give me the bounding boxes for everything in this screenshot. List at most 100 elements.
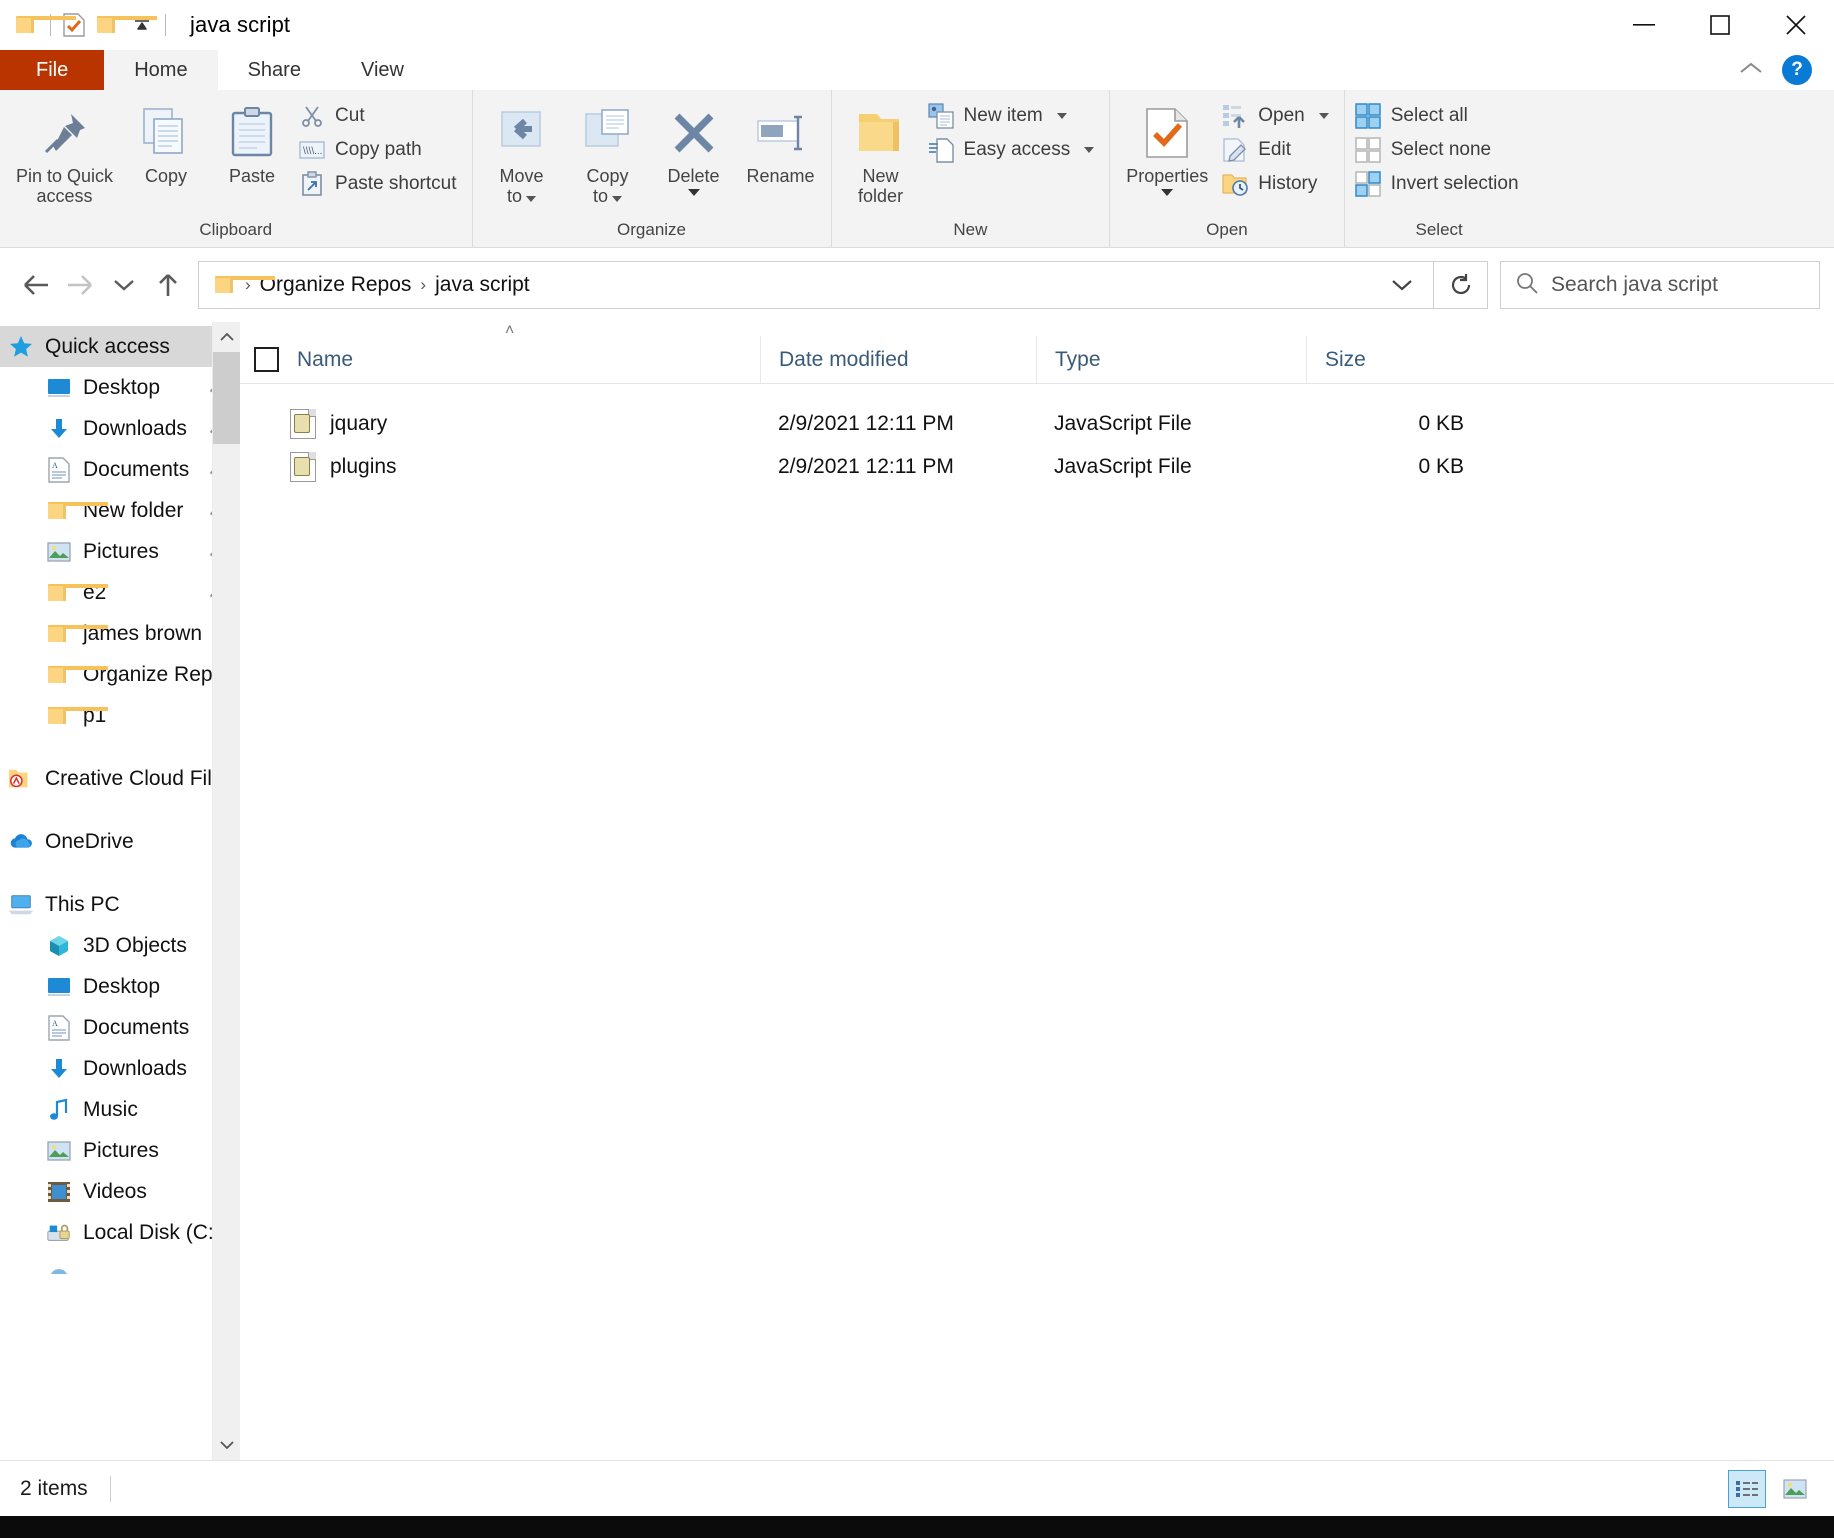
table-row[interactable]: jquary 2/9/2021 12:11 PM JavaScript File… (240, 402, 1834, 445)
tab-home[interactable]: Home (104, 50, 218, 90)
ribbon: Pin to Quick access Copy Paste Cut \\\\.… (0, 90, 1834, 248)
sidebar-item-desktop[interactable]: Desktop (0, 367, 240, 408)
copy-label: Copy (145, 166, 188, 186)
select-none-button[interactable]: Select none (1351, 134, 1528, 166)
sidebar-item-network-partial[interactable] (0, 1253, 240, 1294)
file-name-cell[interactable]: plugins (240, 445, 760, 488)
open-chevron-down-icon[interactable] (1318, 113, 1329, 119)
tab-share[interactable]: Share (218, 50, 331, 90)
sidebar-item-e2[interactable]: e2 (0, 572, 240, 613)
maximize-button[interactable] (1682, 0, 1758, 50)
paste-shortcut-button[interactable]: Paste shortcut (295, 168, 465, 200)
sidebar-item-organize-repos[interactable]: Organize Repos (0, 654, 240, 695)
sidebar-scrollbar[interactable] (212, 322, 240, 1460)
help-icon[interactable]: ? (1782, 55, 1812, 85)
paste-button[interactable]: Paste (209, 98, 295, 190)
qat-customize-chevron-down-icon[interactable] (125, 8, 159, 42)
qat-properties-check-icon[interactable] (57, 8, 91, 42)
sidebar-item-documents[interactable]: A Documents (0, 449, 240, 490)
scissors-icon (299, 103, 325, 129)
sidebar-scroll-thumb[interactable] (213, 352, 240, 444)
open-button[interactable]: Open (1218, 100, 1337, 132)
up-button[interactable] (146, 263, 190, 307)
sidebar-item-new-folder[interactable]: New folder (0, 490, 240, 531)
column-header-size[interactable]: Size (1306, 336, 1486, 383)
ribbon-group-organize: Move to Copy to Delete Rename Organize (471, 90, 831, 247)
copy-path-button[interactable]: \\\\... Copy path (295, 134, 465, 166)
sidebar-item-pictures-pc[interactable]: Pictures (0, 1130, 240, 1171)
invert-selection-button[interactable]: Invert selection (1351, 168, 1528, 200)
copy-icon (138, 102, 194, 164)
sidebar-item-videos[interactable]: Videos (0, 1171, 240, 1212)
local-disk-icon (46, 1220, 72, 1246)
breadcrumb-item-1[interactable]: java script (428, 270, 537, 300)
minimize-button[interactable] (1606, 0, 1682, 50)
sidebar-item-james-brown[interactable]: james brown (0, 613, 240, 654)
copy-to-chevron-down-icon[interactable] (612, 196, 622, 203)
sidebar-item-downloads[interactable]: Downloads (0, 408, 240, 449)
invert-selection-label: Invert selection (1390, 173, 1519, 194)
table-row[interactable]: plugins 2/9/2021 12:11 PM JavaScript Fil… (240, 445, 1834, 488)
sidebar-item-3d-objects[interactable]: 3D Objects (0, 925, 240, 966)
properties-button[interactable]: Properties (1116, 98, 1218, 200)
new-item-icon (927, 103, 954, 129)
breadcrumb-item-0[interactable]: Organize Repos (253, 270, 419, 300)
delete-button[interactable]: Delete (651, 98, 737, 200)
sidebar-item-p1[interactable]: p1 (0, 695, 240, 736)
sidebar-item-downloads-pc[interactable]: Downloads (0, 1048, 240, 1089)
sidebar-label-creative-cloud-files: Creative Cloud File (45, 766, 224, 790)
properties-chevron-down-icon[interactable] (1161, 189, 1174, 197)
new-item-chevron-down-icon[interactable] (1056, 113, 1067, 119)
details-view-button[interactable] (1728, 1469, 1766, 1508)
forward-button[interactable] (58, 263, 102, 307)
large-icons-view-button[interactable] (1776, 1470, 1814, 1508)
qat-new-folder-icon[interactable] (91, 8, 157, 42)
close-button[interactable] (1758, 0, 1834, 50)
tab-view[interactable]: View (331, 50, 434, 90)
new-item-button[interactable]: New item (924, 100, 1104, 132)
select-all-checkbox[interactable] (254, 347, 279, 372)
pin-to-quick-access-button[interactable]: Pin to Quick access (6, 98, 123, 210)
address-bar[interactable]: › Organize Repos › java script (198, 261, 1434, 309)
back-button[interactable] (14, 263, 58, 307)
easy-access-chevron-down-icon[interactable] (1084, 147, 1095, 153)
sidebar-scroll-up-arrow-icon[interactable] (213, 322, 240, 352)
recent-locations-chevron-down-icon[interactable] (102, 263, 146, 307)
move-to-button[interactable]: Move to (479, 98, 565, 210)
cut-button[interactable]: Cut (295, 100, 465, 132)
easy-access-button[interactable]: Easy access (924, 134, 1104, 166)
delete-chevron-down-icon[interactable] (687, 189, 700, 197)
copy-button[interactable]: Copy (123, 98, 209, 190)
sidebar-scroll-down-arrow-icon[interactable] (213, 1430, 240, 1460)
new-folder-button[interactable]: New folder (838, 98, 924, 210)
sidebar-item-pictures[interactable]: Pictures (0, 531, 240, 572)
file-name-cell[interactable]: jquary (240, 402, 760, 445)
copy-to-icon (582, 102, 634, 164)
easy-access-label: Easy access (963, 139, 1071, 160)
rename-button[interactable]: Rename (737, 98, 825, 190)
sidebar-item-this-pc[interactable]: This PC (0, 884, 240, 925)
copy-to-button[interactable]: Copy to (565, 98, 651, 210)
qat-folder-icon[interactable] (10, 8, 76, 42)
sidebar-item-documents-pc[interactable]: A Documents (0, 1007, 240, 1048)
network-icon (46, 1261, 72, 1287)
search-box[interactable]: Search java script (1500, 261, 1820, 309)
refresh-button[interactable] (1434, 261, 1488, 309)
column-header-date-modified[interactable]: Date modified (760, 336, 1036, 383)
search-input[interactable]: Search java script (1551, 273, 1718, 297)
edit-button[interactable]: Edit (1218, 134, 1337, 166)
move-to-chevron-down-icon[interactable] (526, 196, 536, 203)
tab-file[interactable]: File (0, 50, 105, 90)
sidebar-item-onedrive[interactable]: OneDrive (0, 821, 240, 862)
sidebar-item-quick-access[interactable]: Quick access (0, 326, 240, 367)
select-all-button[interactable]: Select all (1351, 100, 1528, 132)
collapse-ribbon-chevron-up-icon[interactable] (1738, 60, 1764, 81)
sidebar-item-creative-cloud-files[interactable]: Creative Cloud File (0, 758, 240, 799)
sidebar-item-desktop-pc[interactable]: Desktop (0, 966, 240, 1007)
history-button[interactable]: History (1218, 168, 1337, 200)
sidebar-item-music[interactable]: Music (0, 1089, 240, 1130)
column-header-type[interactable]: Type (1036, 336, 1306, 383)
column-header-name[interactable]: Name (240, 336, 760, 383)
address-chevron-down-icon[interactable] (1379, 261, 1425, 309)
sidebar-item-local-disk-c[interactable]: Local Disk (C:) (0, 1212, 240, 1253)
